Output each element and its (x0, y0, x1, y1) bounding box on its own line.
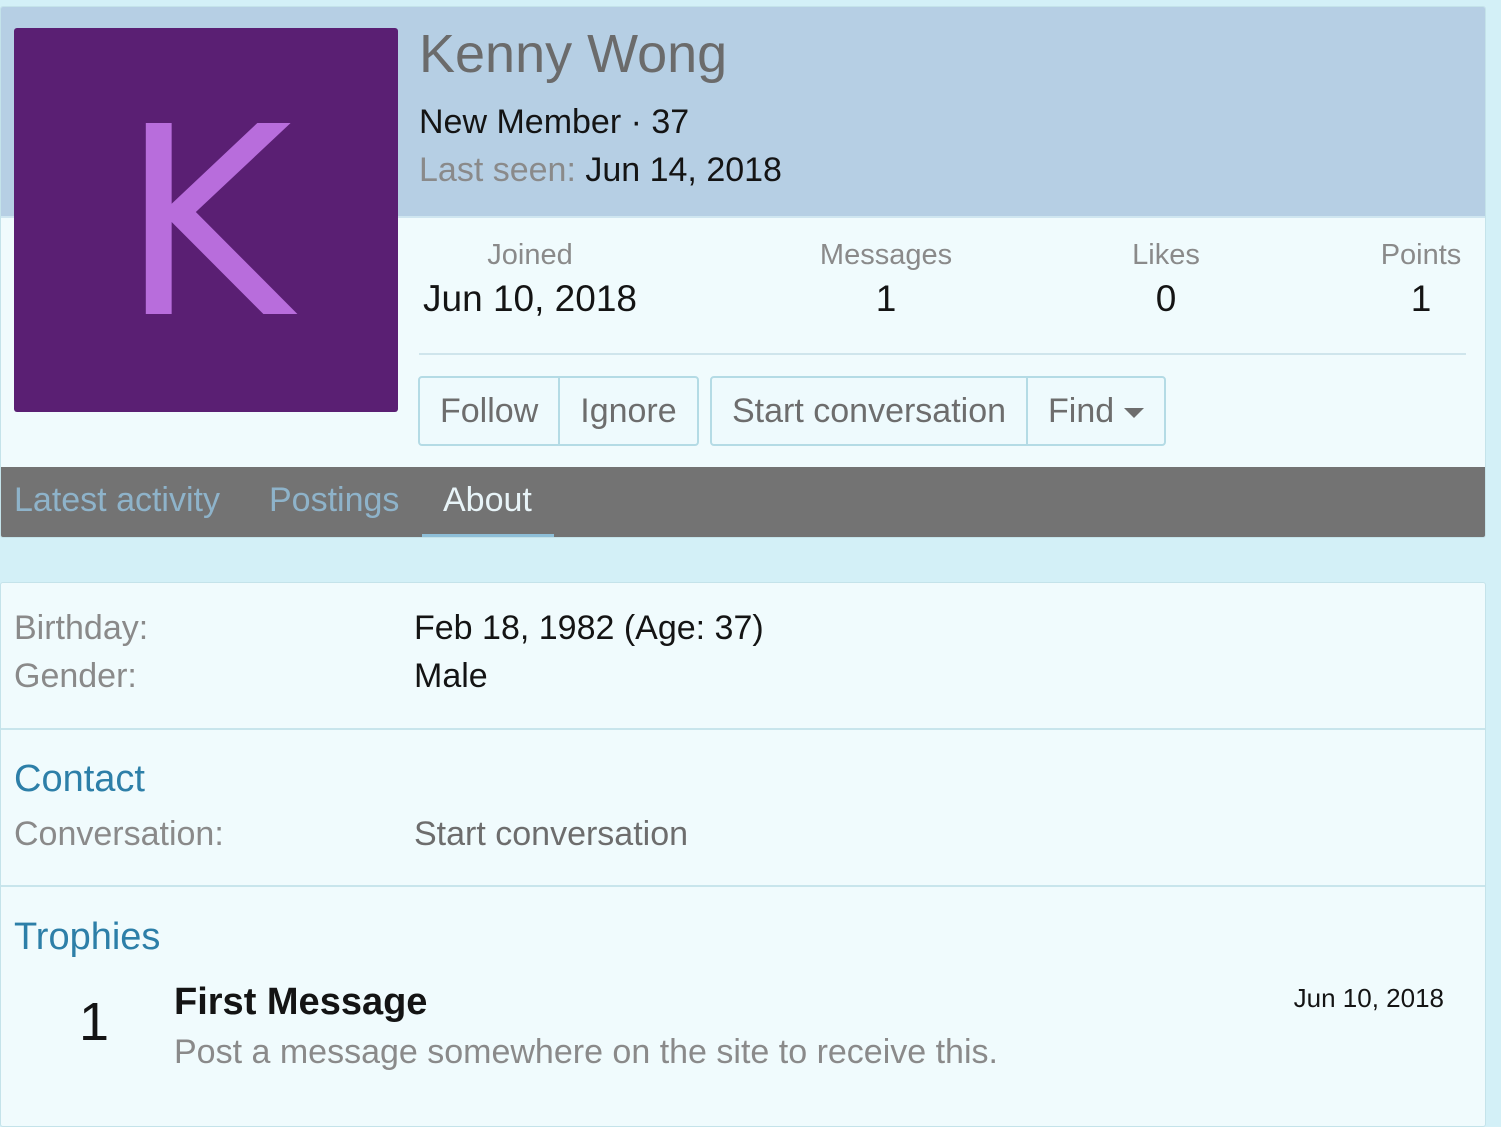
stat-messages-label: Messages (819, 239, 953, 271)
trophy-title: First Message (174, 981, 428, 1023)
user-title: New Member · 37 (419, 103, 690, 141)
stat-joined-label: Joined (487, 239, 573, 271)
profile-card: K Kenny Wong New Member · 37 Last seen: … (0, 6, 1486, 538)
contact-title: Contact (14, 758, 145, 800)
section-divider (1, 885, 1485, 887)
trophy-points: 1 (79, 992, 110, 1052)
stats-divider (419, 353, 1466, 355)
follow-button[interactable]: Follow (420, 378, 558, 444)
conversation-find-group: Start conversation Find (710, 376, 1167, 446)
stat-messages-value[interactable]: 1 (806, 278, 966, 320)
stat-joined-value: Jun 10, 2018 (423, 278, 637, 319)
gender-value: Male (414, 657, 488, 695)
active-tab-indicator (422, 534, 554, 537)
stat-likes-label: Likes (1132, 239, 1200, 271)
stat-likes: Likes 0 (1116, 239, 1216, 320)
profile-tabs: Latest activity Postings About (1, 467, 1485, 537)
section-divider (1, 728, 1485, 730)
stat-likes-value: 0 (1155, 278, 1177, 319)
tab-about[interactable]: About (443, 481, 532, 520)
follow-ignore-group: Follow Ignore (418, 376, 699, 446)
stat-points-label: Points (1380, 239, 1462, 271)
find-label: Find (1048, 391, 1115, 430)
start-conversation-button[interactable]: Start conversation (712, 378, 1026, 444)
trophy-date[interactable]: Jun 10, 2018 (1294, 983, 1444, 1014)
last-seen-value: Jun 14, 2018 (585, 151, 782, 189)
username[interactable]: Kenny Wong (419, 23, 727, 85)
conversation-label: Conversation: (14, 815, 224, 853)
birthday-label: Birthday: (14, 609, 149, 647)
stat-points-value[interactable]: 1 (1371, 278, 1471, 320)
start-conversation-link[interactable]: Start conversation (414, 815, 688, 854)
ignore-button[interactable]: Ignore (558, 378, 696, 444)
stat-messages[interactable]: Messages 1 (806, 239, 966, 320)
find-button[interactable]: Find (1026, 378, 1164, 444)
trophies-title: Trophies (14, 916, 161, 958)
avatar[interactable]: K (14, 28, 398, 412)
stat-points[interactable]: Points 1 (1371, 239, 1471, 320)
gender-label: Gender: (14, 657, 137, 695)
birthday-value: Feb 18, 1982 (Age: 37) (414, 609, 764, 647)
about-panel: Birthday: Feb 18, 1982 (Age: 37) Gender:… (0, 582, 1486, 1127)
last-seen-label: Last seen: (419, 151, 576, 189)
avatar-letter: K (120, 71, 292, 376)
tab-postings[interactable]: Postings (269, 481, 399, 520)
caret-down-icon (1124, 408, 1145, 418)
stat-joined: Joined Jun 10, 2018 (419, 239, 641, 320)
trophy-description: Post a message somewhere on the site to … (174, 1033, 998, 1071)
tab-latest-activity[interactable]: Latest activity (14, 481, 220, 520)
last-seen: Last seen: Jun 14, 2018 (419, 151, 782, 190)
